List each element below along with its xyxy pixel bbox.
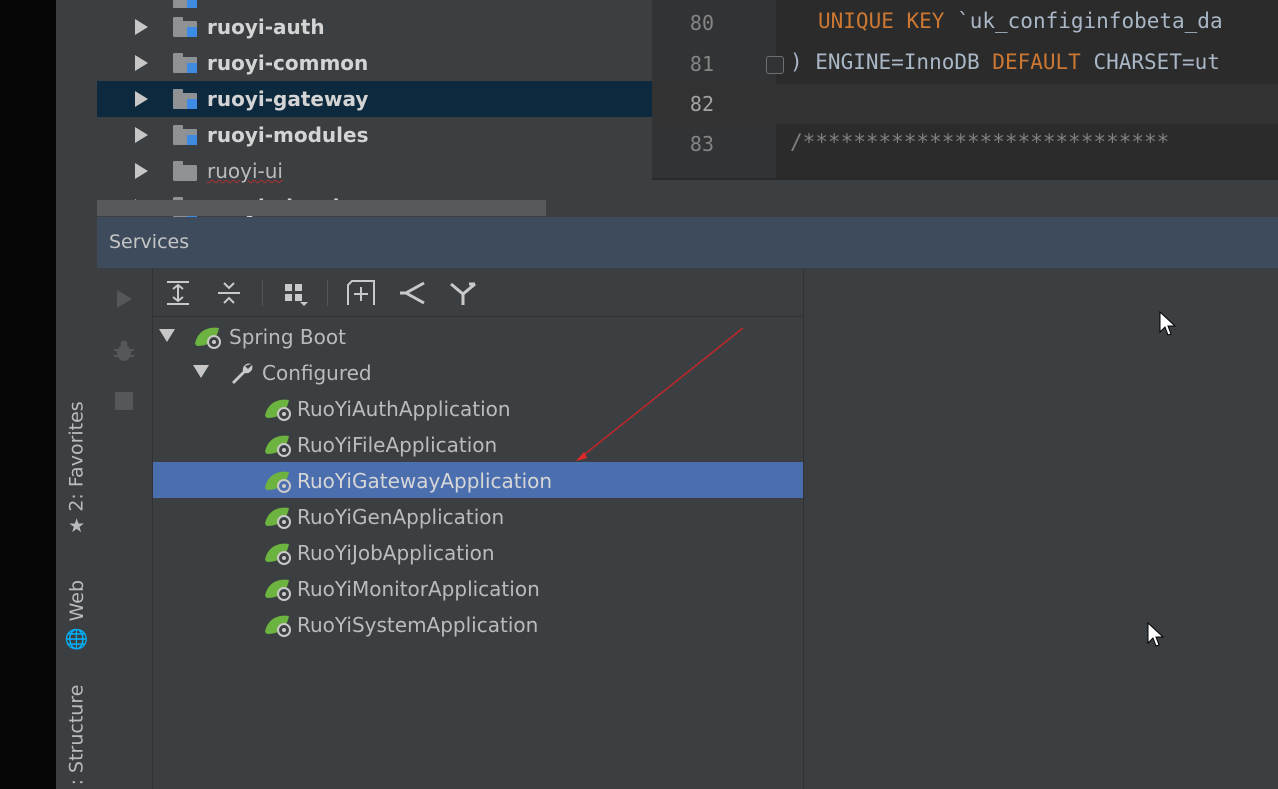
fork-icon bbox=[450, 282, 476, 305]
code-text: UNIQUE KEY `uk_configinfobeta_da bbox=[818, 9, 1223, 33]
spring-boot-app-icon bbox=[265, 399, 291, 421]
service-item-label: RuoYiFileApplication bbox=[297, 433, 498, 457]
window-edge bbox=[0, 0, 56, 789]
web-tab-label: Web bbox=[65, 579, 88, 621]
service-item-system[interactable]: RuoYiSystemApplication bbox=[153, 606, 803, 642]
services-action-toolbar bbox=[97, 268, 153, 789]
spring-boot-app-icon bbox=[265, 579, 291, 601]
globe-icon: 🌐 bbox=[64, 628, 89, 651]
expand-arrow-icon[interactable] bbox=[135, 127, 148, 143]
line-number: 80 bbox=[689, 11, 714, 35]
expand-all-button[interactable] bbox=[163, 278, 193, 308]
group-by-button[interactable] bbox=[280, 278, 310, 308]
code-line[interactable]: 83 /***************************** bbox=[652, 124, 1278, 164]
spring-boot-app-icon bbox=[265, 543, 291, 565]
services-tree-toolbar bbox=[153, 268, 803, 317]
wrench-icon bbox=[232, 363, 253, 384]
toolbar-separator bbox=[327, 280, 328, 306]
stop-icon bbox=[115, 392, 133, 410]
module-folder-icon bbox=[173, 53, 199, 73]
debug-button[interactable] bbox=[109, 336, 139, 366]
services-tree-label: Configured bbox=[262, 361, 372, 385]
split-icon bbox=[400, 281, 425, 305]
spring-boot-icon bbox=[195, 327, 221, 349]
line-number: 81 bbox=[689, 52, 714, 76]
project-tree: ruoyi-auth ruoyi-common ruoyi-gateway ru… bbox=[97, 0, 652, 217]
line-number: 83 bbox=[689, 132, 714, 156]
services-details-pane bbox=[803, 268, 1278, 789]
module-folder-icon bbox=[173, 125, 199, 145]
filter-button[interactable] bbox=[448, 278, 478, 308]
collapse-all-button[interactable] bbox=[214, 278, 244, 308]
service-item-label: RuoYiGenApplication bbox=[297, 505, 505, 529]
services-title: Services bbox=[109, 231, 190, 253]
group-icon bbox=[285, 284, 308, 306]
project-tree-item[interactable]: ruoyi-modules bbox=[97, 117, 652, 153]
spring-boot-app-icon bbox=[265, 471, 291, 493]
structure-tab[interactable]: : Structure bbox=[56, 680, 97, 789]
code-line[interactable]: 81 ) ENGINE=InnoDB DEFAULT CHARSET=ut bbox=[652, 44, 1278, 84]
horizontal-scrollbar[interactable] bbox=[97, 200, 546, 216]
project-tree-item-label: ruoyi-auth bbox=[207, 15, 325, 39]
module-folder-icon bbox=[173, 0, 199, 8]
collapse-arrow-icon[interactable] bbox=[193, 365, 209, 378]
expand-all-icon bbox=[167, 281, 189, 305]
project-tree-item-label: ruoyi-gateway bbox=[207, 87, 369, 111]
favorites-tab[interactable]: ★ 2: Favorites bbox=[56, 390, 97, 545]
project-tree-item-selected[interactable]: ruoyi-gateway bbox=[97, 81, 652, 117]
folder-icon bbox=[173, 161, 199, 181]
service-item-monitor[interactable]: RuoYiMonitorApplication bbox=[153, 570, 803, 606]
line-number: 82 bbox=[689, 92, 714, 116]
bug-icon bbox=[114, 340, 134, 361]
spring-boot-app-icon bbox=[265, 507, 291, 529]
project-tree-item-label: ruoyi-ui bbox=[207, 159, 283, 183]
service-item-gen[interactable]: RuoYiGenApplication bbox=[153, 498, 803, 534]
service-item-label: RuoYiAuthApplication bbox=[297, 397, 511, 421]
mouse-cursor-icon bbox=[1159, 311, 1177, 336]
project-tree-item[interactable]: ruoyi-ui bbox=[97, 153, 652, 189]
module-folder-icon bbox=[173, 89, 199, 109]
code-line-current[interactable]: 82 bbox=[652, 84, 1278, 124]
left-tool-window-bar: ★ 2: Favorites 🌐 Web : Structure bbox=[56, 0, 98, 789]
services-tree-label: Spring Boot bbox=[229, 325, 346, 349]
editor-bottom-bar bbox=[652, 178, 1278, 219]
service-item-label: RuoYiGatewayApplication bbox=[297, 469, 553, 493]
project-tree-item[interactable]: ruoyi-auth bbox=[97, 9, 652, 45]
module-folder-icon bbox=[173, 17, 199, 37]
run-icon bbox=[117, 290, 132, 308]
web-tab[interactable]: 🌐 Web bbox=[56, 570, 97, 660]
spring-boot-app-icon bbox=[265, 435, 291, 457]
structure-tab-label: : Structure bbox=[65, 684, 88, 785]
expand-arrow-icon[interactable] bbox=[135, 55, 148, 71]
service-item-label: RuoYiJobApplication bbox=[297, 541, 495, 565]
service-item-label: RuoYiSystemApplication bbox=[297, 613, 539, 637]
project-tree-item[interactable]: ruoyi-common bbox=[97, 45, 652, 81]
fold-icon[interactable] bbox=[766, 56, 784, 74]
service-item-label: RuoYiMonitorApplication bbox=[297, 577, 540, 601]
mouse-cursor-icon bbox=[1147, 622, 1165, 647]
project-tree-item-label: ruoyi-modules bbox=[207, 123, 369, 147]
run-button[interactable] bbox=[109, 284, 139, 314]
toolbar-separator bbox=[262, 280, 263, 306]
code-text: ) ENGINE=InnoDB DEFAULT CHARSET=ut bbox=[790, 50, 1220, 74]
collapse-all-icon bbox=[218, 282, 240, 304]
expand-arrow-icon[interactable] bbox=[135, 91, 148, 107]
project-tree-item-label: ruoyi-common bbox=[207, 51, 369, 75]
collapse-arrow-icon[interactable] bbox=[159, 329, 175, 342]
code-line[interactable]: 80 UNIQUE KEY `uk_configinfobeta_da bbox=[652, 3, 1278, 43]
annotation-arrow bbox=[576, 327, 744, 461]
spring-boot-app-icon bbox=[265, 615, 291, 637]
split-view-button[interactable] bbox=[397, 278, 427, 308]
expand-arrow-icon[interactable] bbox=[135, 163, 148, 179]
code-editor[interactable]: 80 UNIQUE KEY `uk_configinfobeta_da 81 )… bbox=[652, 0, 1278, 178]
service-item-job[interactable]: RuoYiJobApplication bbox=[153, 534, 803, 570]
add-service-button[interactable] bbox=[346, 278, 376, 308]
favorites-tab-label: 2: Favorites bbox=[65, 400, 88, 512]
services-tool-window-header: Services bbox=[97, 217, 1278, 268]
stop-button[interactable] bbox=[109, 386, 139, 416]
add-service-icon bbox=[347, 280, 375, 305]
star-icon: ★ bbox=[67, 514, 86, 537]
expand-arrow-icon[interactable] bbox=[135, 19, 148, 35]
code-text: /***************************** bbox=[790, 130, 1170, 154]
